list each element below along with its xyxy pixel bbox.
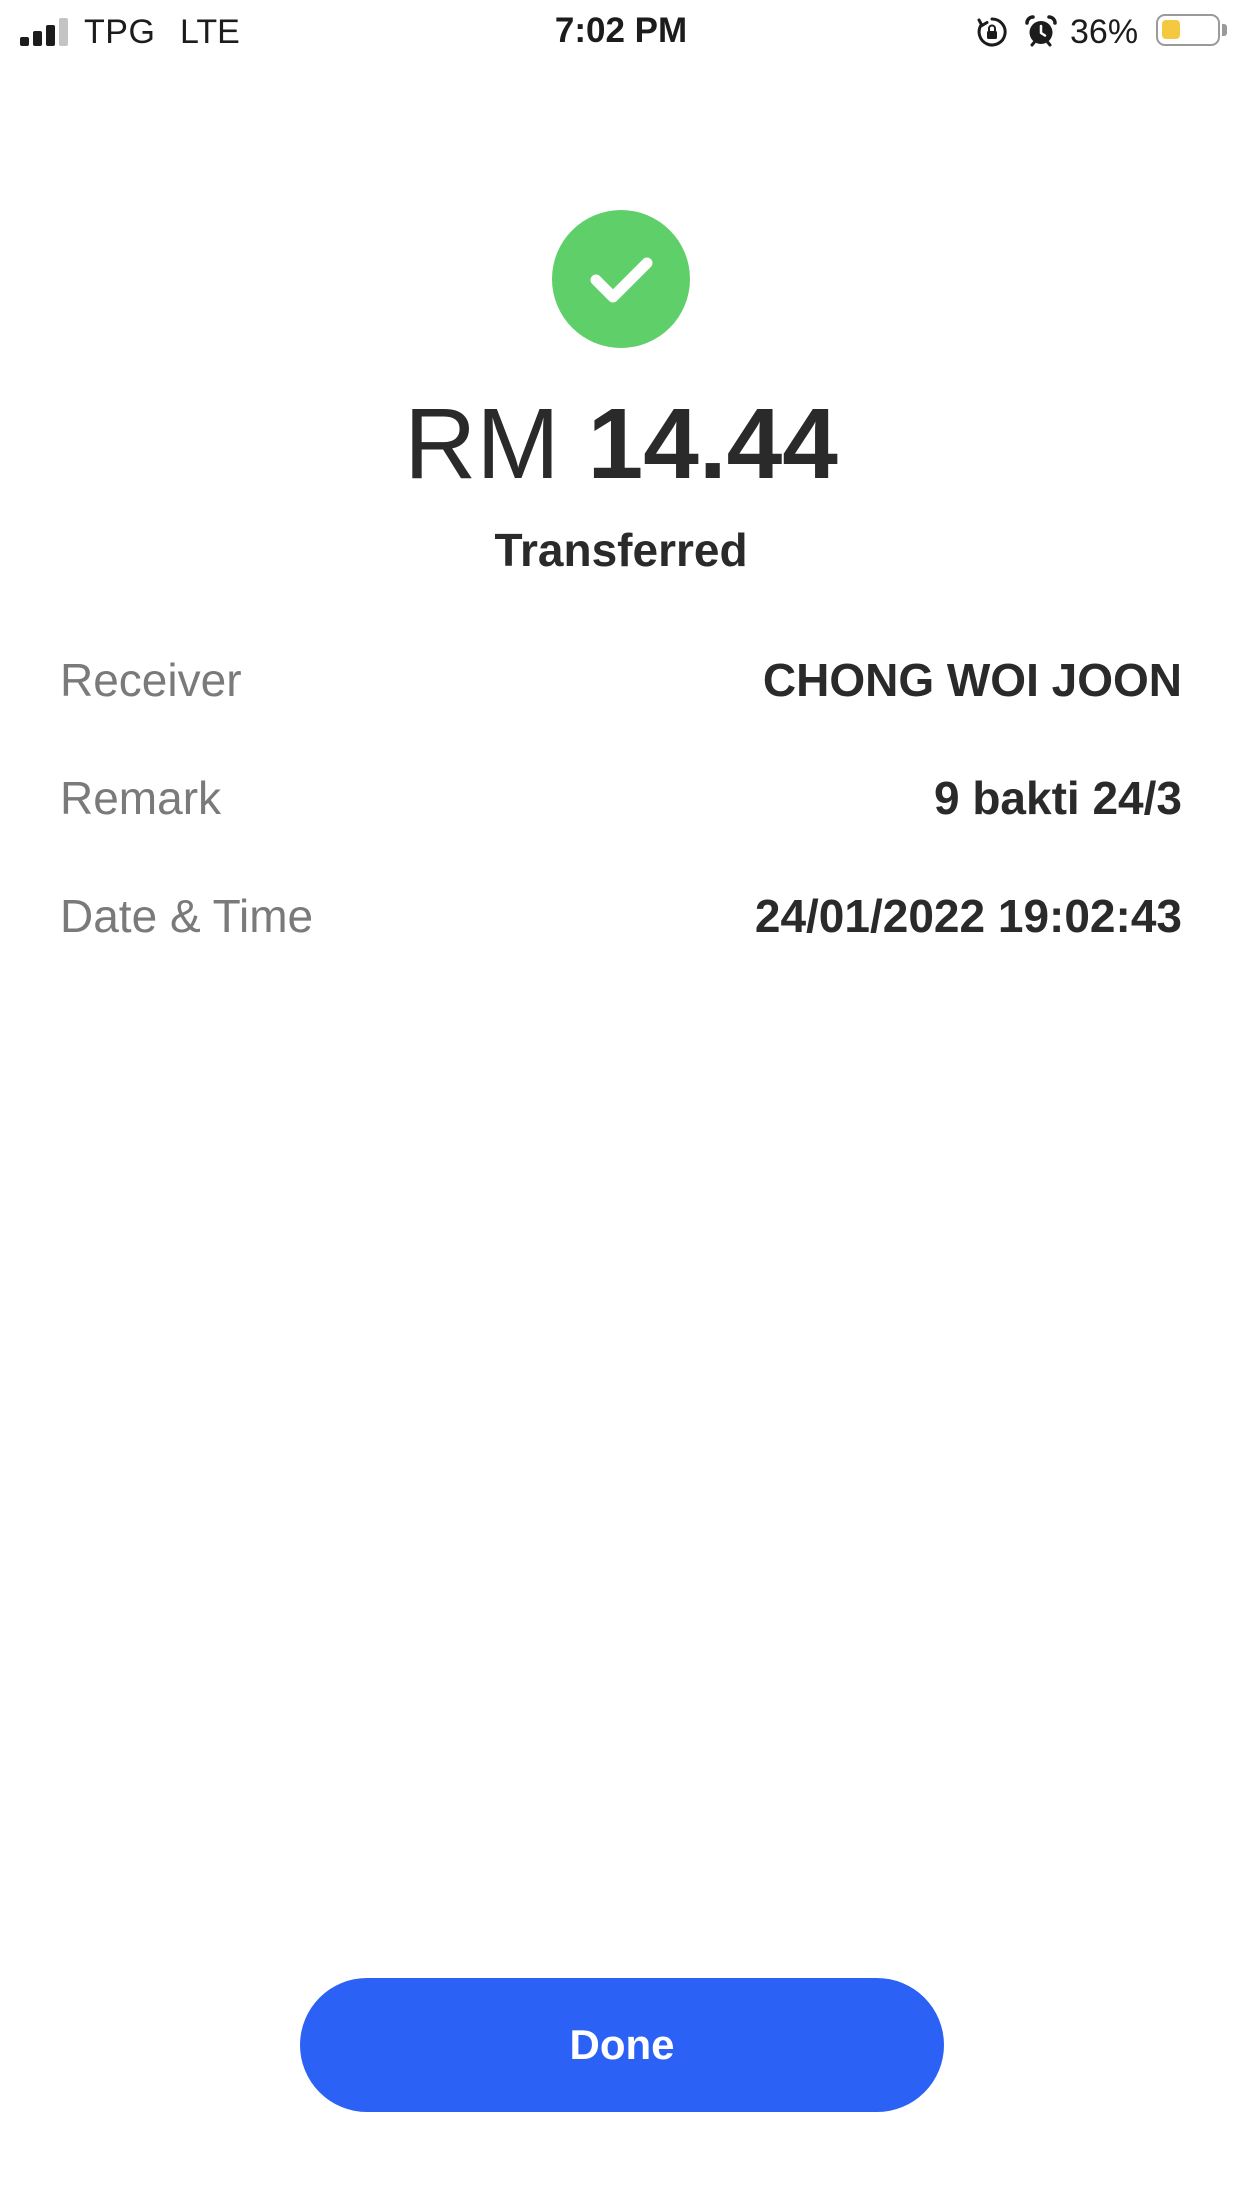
battery-level-fill (1162, 20, 1180, 39)
done-button[interactable]: Done (300, 1978, 944, 2112)
detail-value: 9 bakti 24/3 (933, 772, 1182, 824)
alarm-icon (1024, 14, 1058, 48)
detail-label: Receiver (60, 654, 242, 706)
transfer-amount: RM 14.44 (0, 384, 1242, 504)
detail-row-date-time: Date & Time 24/01/2022 19:02:43 (60, 884, 1182, 1002)
currency-label: RM (404, 388, 560, 500)
transfer-status: Transferred (494, 524, 748, 576)
detail-value: CHONG WOI JOON (762, 654, 1182, 706)
checkmark-icon (552, 210, 690, 348)
amount-value: 14.44 (587, 388, 838, 500)
status-bar: TPG LTE 7:02 PM 36% (0, 0, 1242, 64)
detail-value: 24/01/2022 19:02:43 (754, 890, 1182, 942)
battery-icon (1156, 14, 1220, 46)
detail-row-remark: Remark 9 bakti 24/3 (60, 766, 1182, 884)
battery-percent: 36% (1070, 13, 1139, 51)
transfer-details: Receiver CHONG WOI JOON Remark 9 bakti 2… (60, 648, 1182, 1002)
detail-label: Remark (60, 772, 222, 824)
detail-label: Date & Time (60, 890, 314, 942)
battery-cap (1222, 24, 1227, 36)
detail-row-receiver: Receiver CHONG WOI JOON (60, 648, 1182, 766)
rotation-lock-icon (976, 16, 1008, 48)
